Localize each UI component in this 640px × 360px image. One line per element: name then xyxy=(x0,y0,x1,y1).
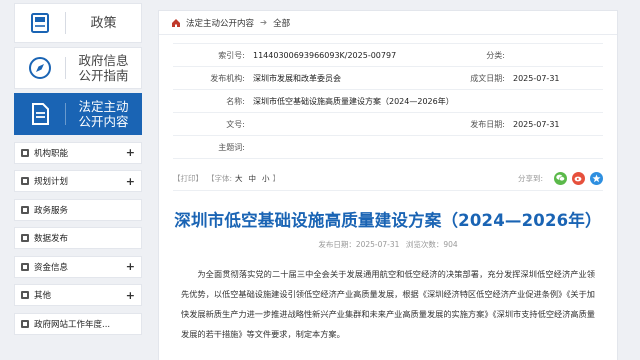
square-bullet-icon xyxy=(21,177,29,185)
sidebar-item-funds[interactable]: 资金信息 + xyxy=(14,255,142,278)
expand-plus-icon[interactable]: + xyxy=(126,260,135,273)
compass-icon xyxy=(15,48,65,88)
divider xyxy=(173,190,603,191)
sidebar-statutory-content-label: 法定主动 公开内容 xyxy=(78,99,129,129)
sidebar-item-annual-report[interactable]: 政府网站工作年度... xyxy=(14,312,142,335)
square-bullet-icon xyxy=(21,291,29,299)
square-bullet-icon xyxy=(21,205,29,214)
sidebar-item-org-functions[interactable]: 机构职能 + xyxy=(14,141,142,164)
weibo-share-icon[interactable] xyxy=(572,171,585,185)
home-icon[interactable] xyxy=(171,18,181,28)
wechat-share-icon[interactable] xyxy=(554,171,567,185)
share-group: 分享到: xyxy=(517,171,603,185)
meta-row: 主题词: xyxy=(173,136,603,159)
meta-row: 名称: 深圳市低空基础设施高质量建设方案（2024—2026年） xyxy=(173,90,603,113)
meta-label: 索引号: xyxy=(218,50,245,60)
meta-label: 发布机构: xyxy=(210,73,245,83)
meta-label: 主题词: xyxy=(218,142,245,152)
meta-row: 索引号: 11440300693966093K/2025-00797 分类: xyxy=(173,44,603,67)
sidebar-item-label: 数据发布 xyxy=(34,234,69,244)
square-bullet-icon xyxy=(21,148,29,157)
font-size-close: 】 xyxy=(272,173,281,183)
sidebar-item-label: 政府网站工作年度... xyxy=(34,319,111,330)
meta-value: 深圳市低空基础设施高质量建设方案（2024—2026年） xyxy=(253,96,454,106)
main-content: 法定主动公开内容 ➔ 全部 索引号: 11440300693966093K/20… xyxy=(158,10,618,360)
publish-date: 发布日期：2025-07-31 xyxy=(318,240,400,249)
meta-value: 2025-07-31 xyxy=(513,73,560,83)
article-paragraph: 为全面贯彻落实党的二十届三中全会关于发展通用航空和低空经济的决策部署，充分发挥深… xyxy=(181,269,595,339)
expand-plus-icon[interactable]: + xyxy=(126,175,135,188)
meta-label: 分类: xyxy=(486,50,505,60)
policy-book-icon xyxy=(15,4,65,42)
font-medium-link[interactable]: 中 xyxy=(249,173,257,184)
share-label: 分享到: xyxy=(517,173,543,183)
sidebar-item-label: 规划计划 xyxy=(34,177,69,187)
sidebar-item-gov-services[interactable]: 政务服务 xyxy=(14,198,142,221)
article-toolbar: 【打印】 【字体: 大 中 小 】 分享到: xyxy=(173,171,603,185)
sidebar-disclosure-guide[interactable]: 政府信息 公开指南 xyxy=(14,47,142,89)
sidebar-item-label: 机构职能 xyxy=(34,148,69,159)
breadcrumb: 法定主动公开内容 ➔ 全部 xyxy=(159,11,617,35)
chevron-right-icon: ➔ xyxy=(260,17,268,28)
meta-value: 深圳市发展和改革委员会 xyxy=(253,73,341,83)
square-bullet-icon xyxy=(21,234,29,242)
meta-label: 名称: xyxy=(226,96,245,106)
sidebar: 政策 政府信息 公开指南 法定主动 公开内容 机构职能 + 规划计划 + 政务服… xyxy=(14,0,142,360)
meta-value: 2025-07-31 xyxy=(513,119,560,129)
sidebar-item-plans[interactable]: 规划计划 + xyxy=(14,170,142,192)
sidebar-item-data-release[interactable]: 数据发布 xyxy=(14,227,142,249)
sidebar-policy-label: 政策 xyxy=(90,15,117,31)
article-title: 深圳市低空基础设施高质量建设方案（2024—2026年） xyxy=(174,211,602,230)
sidebar-item-other[interactable]: 其他 + xyxy=(14,284,142,306)
document-icon xyxy=(15,94,65,134)
meta-row: 发布机构: 深圳市发展和改革委员会 成文日期: 2025-07-31 xyxy=(173,67,603,90)
meta-row: 文号: 发布日期: 2025-07-31 xyxy=(173,113,603,136)
breadcrumb-level1[interactable]: 法定主动公开内容 xyxy=(186,17,254,29)
font-large-link[interactable]: 大 xyxy=(235,173,243,184)
square-bullet-icon xyxy=(21,262,29,271)
document-meta-table: 索引号: 11440300693966093K/2025-00797 分类: 发… xyxy=(173,43,603,159)
sidebar-item-label: 政务服务 xyxy=(34,205,69,216)
qzone-share-icon[interactable] xyxy=(590,171,603,185)
square-bullet-icon xyxy=(21,319,29,328)
sidebar-item-label: 资金信息 xyxy=(34,262,69,273)
sidebar-policy[interactable]: 政策 xyxy=(14,3,142,43)
article-pubinfo: 发布日期：2025-07-31 浏览次数：904 xyxy=(159,239,617,250)
print-link[interactable]: 【打印】 xyxy=(173,173,203,184)
expand-plus-icon[interactable]: + xyxy=(126,289,135,302)
meta-value: 11440300693966093K/2025-00797 xyxy=(253,50,397,60)
meta-label: 成文日期: xyxy=(470,73,505,83)
font-size-label: 【字体: xyxy=(207,173,233,183)
font-small-link[interactable]: 小 xyxy=(262,173,270,184)
expand-plus-icon[interactable]: + xyxy=(126,146,135,159)
meta-label: 文号: xyxy=(226,119,245,129)
view-count: 浏览次数：904 xyxy=(405,240,458,249)
breadcrumb-level2[interactable]: 全部 xyxy=(273,17,290,29)
sidebar-item-label: 其他 xyxy=(34,291,52,301)
meta-label: 发布日期: xyxy=(470,119,505,129)
sidebar-disclosure-guide-label: 政府信息 公开指南 xyxy=(78,53,129,83)
sidebar-statutory-content[interactable]: 法定主动 公开内容 xyxy=(14,93,142,135)
